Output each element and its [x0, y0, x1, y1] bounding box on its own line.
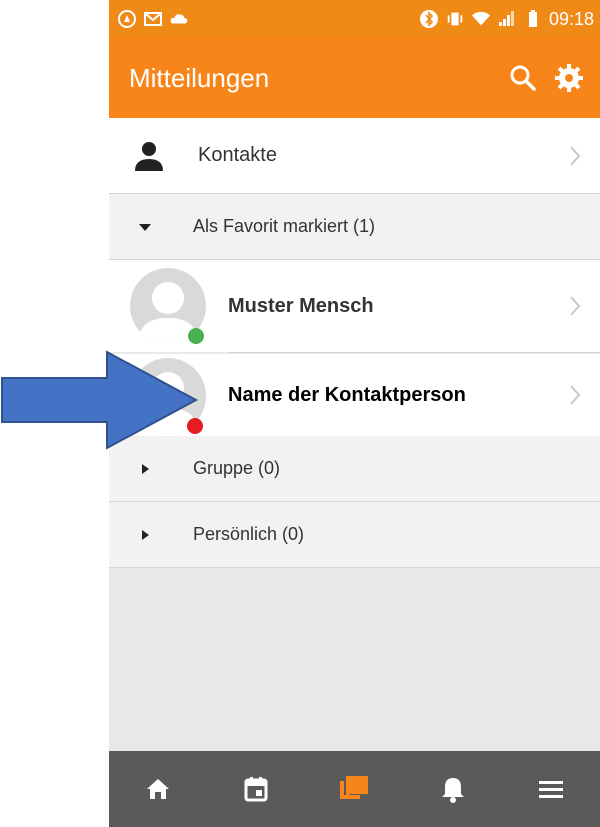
wifi-icon: [471, 9, 491, 29]
triangle-right-icon: [142, 529, 149, 540]
chevron-right-icon: [570, 385, 581, 405]
mail-icon: [143, 9, 163, 29]
messages-icon[interactable]: [334, 769, 374, 809]
signal-icon: [497, 9, 517, 29]
bluetooth-icon: [419, 9, 439, 29]
page-title: Mitteilungen: [129, 62, 270, 93]
contacts-row[interactable]: Kontakte: [109, 118, 600, 194]
triangle-down-icon: [139, 223, 151, 231]
app-bar: Mitteilungen: [109, 38, 600, 118]
settings-gear-icon[interactable]: [554, 63, 584, 93]
triangle-right-icon: [142, 463, 149, 474]
notifications-icon[interactable]: [433, 769, 473, 809]
divider: [228, 352, 600, 353]
section-favorites[interactable]: Als Favorit markiert (1): [109, 194, 600, 260]
status-time: 09:18: [548, 8, 594, 29]
person-icon: [133, 140, 165, 177]
section-personal-label: Persönlich (0): [193, 524, 305, 544]
calendar-icon[interactable]: [236, 769, 276, 809]
annotation-arrow: [1, 350, 199, 450]
menu-icon[interactable]: [531, 769, 571, 809]
app-icon: [117, 9, 137, 29]
vibrate-icon: [445, 9, 465, 29]
section-favorites-label: Als Favorit markiert (1): [193, 216, 376, 236]
search-icon[interactable]: [508, 63, 538, 93]
contact-name: Muster Mensch: [228, 294, 374, 317]
battery-icon: [523, 9, 543, 29]
chevron-right-icon: [570, 145, 581, 166]
bottom-navigation: [109, 751, 600, 827]
section-personal[interactable]: Persönlich (0): [109, 502, 600, 568]
contacts-label: Kontakte: [198, 144, 277, 166]
contact-row[interactable]: Muster Mensch: [109, 260, 600, 353]
chevron-right-icon: [570, 296, 581, 316]
cloud-icon: [169, 9, 189, 29]
online-status-dot: [188, 328, 204, 344]
home-icon[interactable]: [138, 769, 178, 809]
contact-name: Name der Kontaktperson: [228, 383, 466, 406]
status-bar: 09:18: [109, 0, 600, 38]
section-group-label: Gruppe (0): [193, 458, 281, 478]
